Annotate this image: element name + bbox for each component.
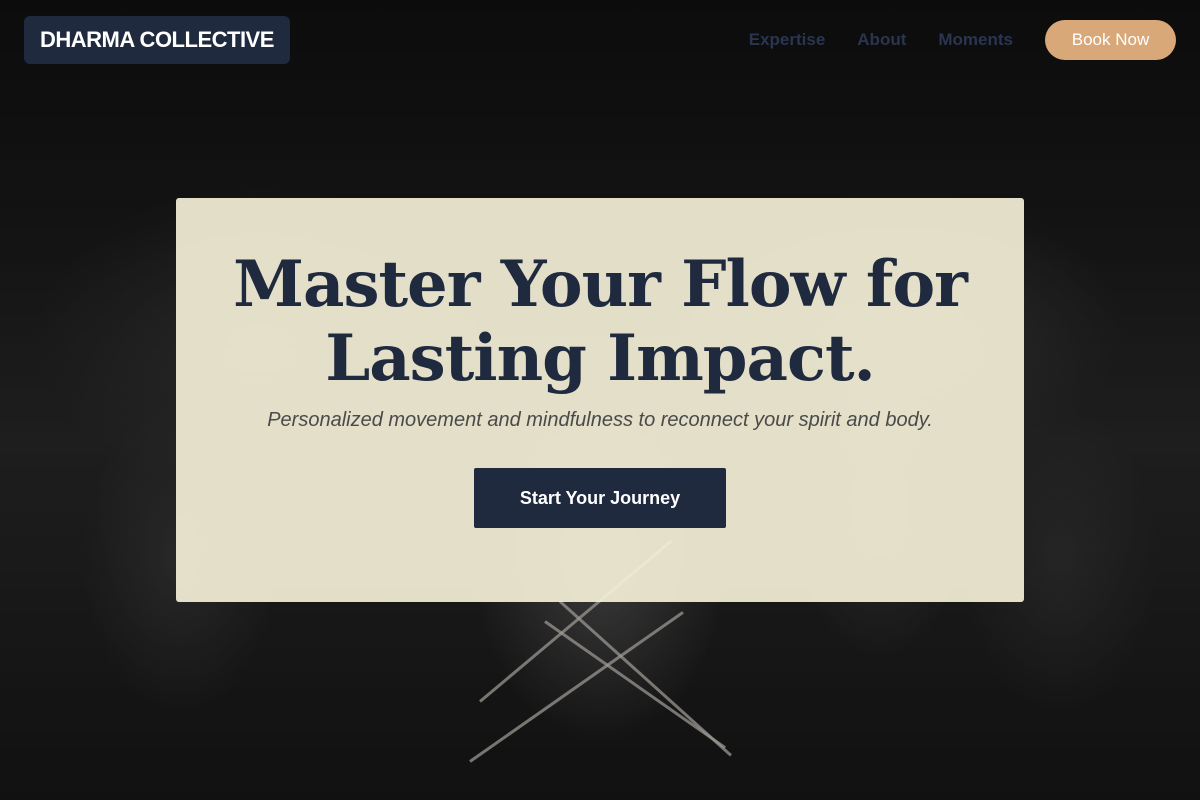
brand-logo[interactable]: DHARMA COLLECTIVE (24, 16, 290, 64)
hero-card: Master Your Flow for Lasting Impact. Per… (176, 198, 1024, 602)
decorative-strap (558, 600, 732, 757)
nav-link-expertise[interactable]: Expertise (749, 30, 826, 50)
start-journey-button[interactable]: Start Your Journey (474, 468, 726, 528)
hero-subtitle: Personalized movement and mindfulness to… (267, 409, 933, 431)
nav-link-about[interactable]: About (857, 30, 906, 50)
main-navigation: Expertise About Moments Book Now (749, 20, 1176, 60)
decorative-strap (469, 611, 684, 763)
decorative-strap (544, 620, 727, 749)
hero-title: Master Your Flow for Lasting Impact. (233, 247, 968, 396)
nav-link-moments[interactable]: Moments (938, 30, 1013, 50)
book-now-button[interactable]: Book Now (1045, 20, 1176, 60)
